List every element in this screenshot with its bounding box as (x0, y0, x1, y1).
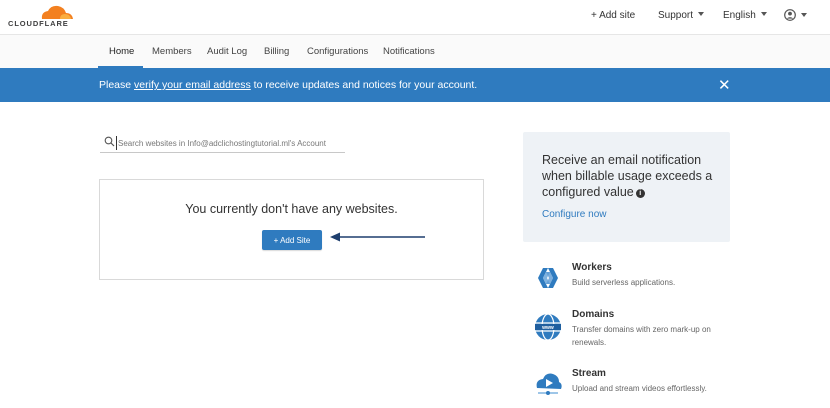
product-name: Workers (572, 262, 612, 273)
domains-icon: www (535, 313, 561, 341)
product-name: Domains (572, 309, 615, 320)
tab-billing[interactable]: Billing (264, 46, 289, 57)
product-desc: Build serverless applications. (572, 278, 676, 287)
usage-notification-card: Receive an email notification when billa… (523, 132, 730, 242)
info-icon[interactable]: i (635, 189, 645, 198)
tab-members[interactable]: Members (152, 46, 192, 57)
notification-title-text: Receive an email notification when billa… (542, 153, 713, 199)
tab-configurations[interactable]: Configurations (307, 46, 368, 57)
product-stream[interactable]: Stream Upload and stream videos effortle… (532, 368, 732, 408)
tab-home[interactable]: Home (109, 46, 134, 57)
verify-email-link[interactable]: verify your email address (134, 79, 251, 91)
product-desc: Transfer domains with zero mark-up on re… (572, 325, 711, 347)
language-menu[interactable]: English (723, 10, 767, 21)
product-name: Stream (572, 368, 606, 379)
product-desc: Upload and stream videos effortlessly. (572, 384, 707, 393)
support-menu[interactable]: Support (658, 10, 705, 21)
product-domains[interactable]: www Domains Transfer domains with zero m… (532, 309, 732, 349)
notification-title: Receive an email notification when billa… (542, 152, 717, 200)
close-icon[interactable]: ✕ (718, 76, 731, 94)
tab-audit-log[interactable]: Audit Log (207, 46, 247, 57)
tab-notifications[interactable]: Notifications (383, 46, 435, 57)
user-avatar-icon (784, 9, 796, 21)
empty-state-title: You currently don't have any websites. (185, 202, 398, 216)
cloudflare-logo[interactable]: CLOUDFLARE (8, 3, 78, 31)
search-input[interactable] (116, 136, 344, 150)
websites-empty-card: You currently don't have any websites. +… (99, 179, 484, 280)
banner-suffix: to receive updates and notices for your … (250, 79, 478, 91)
user-menu[interactable] (784, 9, 807, 22)
banner-message: Please verify your email address to rece… (99, 79, 477, 91)
configure-now-link[interactable]: Configure now (542, 209, 606, 220)
top-bar: CLOUDFLARE + Add site Support English (0, 0, 830, 34)
website-search (100, 134, 345, 153)
logo-text: CLOUDFLARE (8, 19, 69, 28)
stream-icon (536, 373, 562, 395)
add-site-link[interactable]: + Add site (591, 10, 635, 21)
search-icon (104, 136, 115, 147)
support-label: Support (658, 10, 694, 21)
chevron-down-icon (801, 13, 807, 17)
language-label: English (723, 10, 756, 21)
arrow-left-icon (330, 232, 425, 242)
product-workers[interactable]: Workers Build serverless applications. (532, 262, 732, 302)
chevron-down-icon (698, 12, 705, 16)
chevron-down-icon (760, 12, 767, 16)
svg-text:www: www (541, 325, 554, 331)
add-site-button[interactable]: + Add Site (262, 230, 322, 250)
account-nav: Home Members Audit Log Billing Configura… (0, 34, 830, 69)
banner-prefix: Please (99, 79, 135, 91)
verify-email-banner: Please verify your email address to rece… (0, 68, 830, 102)
workers-icon (538, 268, 558, 288)
